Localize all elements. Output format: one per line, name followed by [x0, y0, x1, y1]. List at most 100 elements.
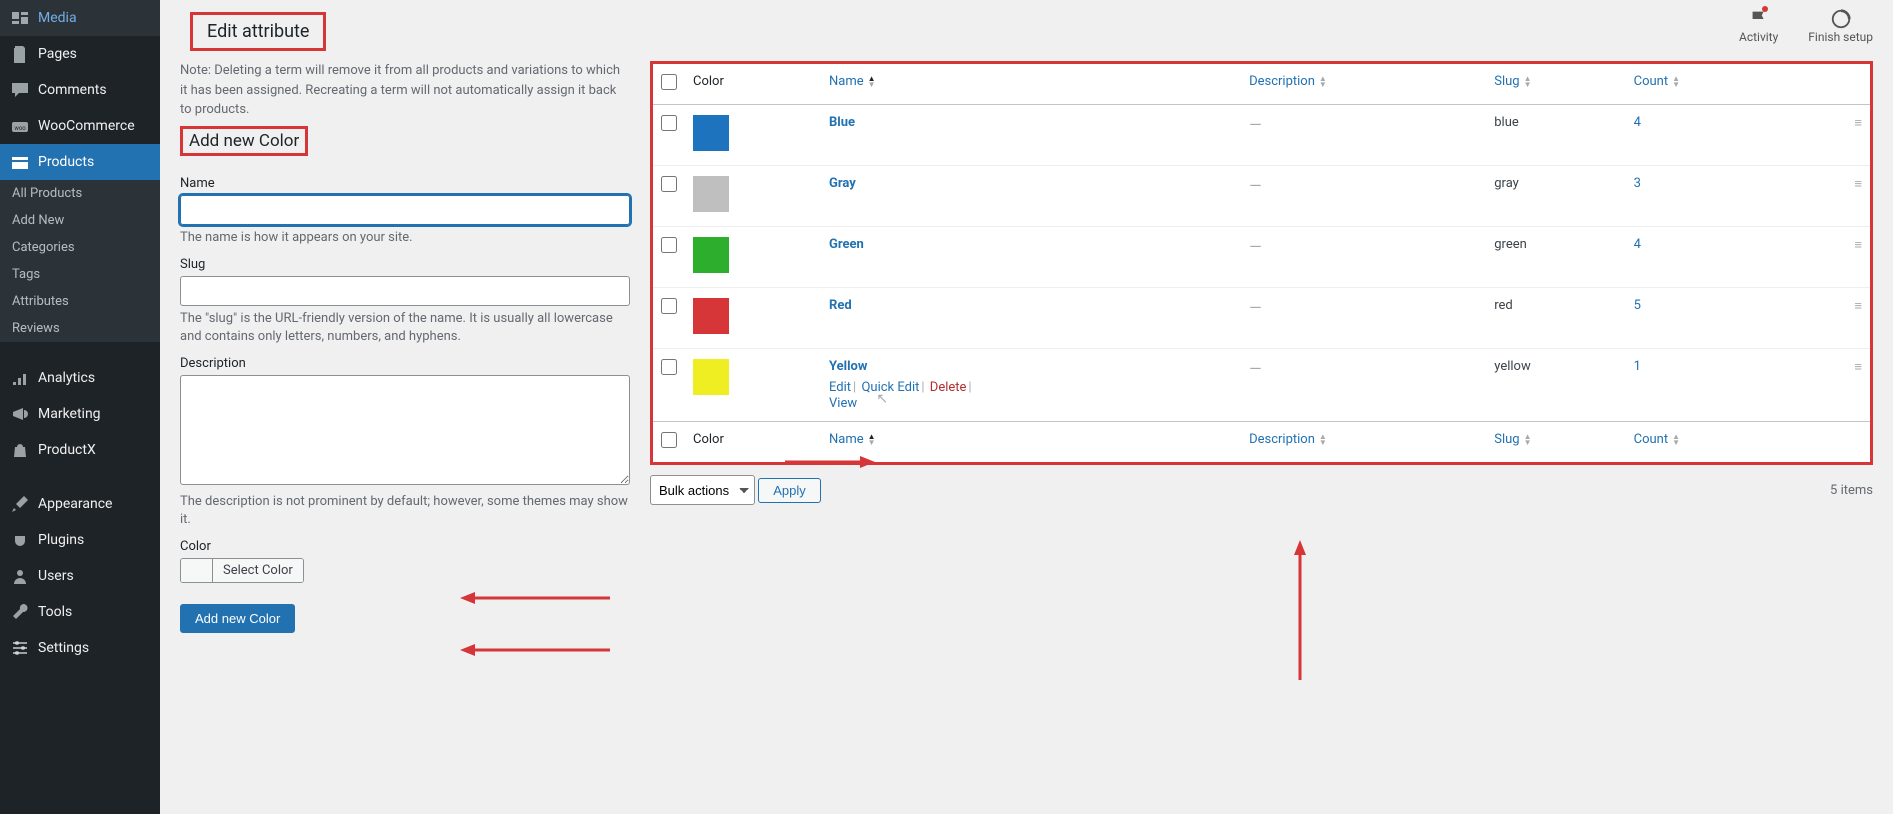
term-count-link[interactable]: 1: [1634, 359, 1641, 374]
sidebar-item-productx[interactable]: ProductX: [0, 432, 160, 468]
col-description-footer[interactable]: Description▲▼: [1241, 422, 1486, 463]
sidebar-label: Analytics: [38, 370, 95, 386]
term-description: —: [1249, 359, 1262, 378]
sidebar-label: ProductX: [38, 442, 96, 458]
color-picker[interactable]: Select Color: [180, 558, 304, 583]
quick-edit-link[interactable]: Quick Edit: [861, 380, 919, 395]
row-checkbox[interactable]: [661, 237, 677, 253]
name-input[interactable]: [180, 195, 630, 225]
sidebar-item-woocommerce[interactable]: woo WooCommerce: [0, 108, 160, 144]
row-checkbox[interactable]: [661, 298, 677, 314]
sidebar-item-analytics[interactable]: Analytics: [0, 360, 160, 396]
term-name-link[interactable]: Yellow: [829, 359, 867, 374]
bulk-actions-select[interactable]: Bulk actions: [650, 475, 755, 505]
drag-handle-icon[interactable]: ≡: [1854, 177, 1862, 192]
plug-icon: [10, 530, 30, 550]
sidebar-label: Appearance: [38, 496, 112, 512]
pages-icon: [10, 44, 30, 64]
sidebar-item-settings[interactable]: Settings: [0, 630, 160, 666]
edit-link[interactable]: Edit: [829, 380, 851, 395]
term-count-link[interactable]: 5: [1634, 298, 1641, 313]
name-label: Name: [180, 176, 630, 191]
col-count-footer[interactable]: Count▲▼: [1626, 422, 1847, 463]
cursor-icon: ↖: [876, 391, 888, 407]
select-color-button[interactable]: Select Color: [213, 559, 303, 582]
sidebar-item-tools[interactable]: Tools: [0, 594, 160, 630]
term-description: —: [1249, 298, 1262, 317]
submenu-attributes[interactable]: Attributes: [0, 288, 160, 315]
drag-handle-icon[interactable]: ≡: [1854, 116, 1862, 131]
row-checkbox[interactable]: [661, 359, 677, 375]
drag-handle-icon[interactable]: ≡: [1854, 360, 1862, 375]
sidebar-label: Users: [38, 568, 74, 584]
bag-icon: [10, 440, 30, 460]
select-all-checkbox-footer[interactable]: [661, 432, 677, 448]
name-help: The name is how it appears on your site.: [180, 229, 630, 247]
sidebar-item-marketing[interactable]: Marketing: [0, 396, 160, 432]
activity-button[interactable]: Activity: [1739, 8, 1778, 44]
svg-text:woo: woo: [14, 125, 26, 132]
sidebar-item-media[interactable]: Media: [0, 0, 160, 36]
table-row: Blue — blue 4 ≡: [653, 105, 1870, 166]
view-link[interactable]: View: [829, 396, 857, 411]
sidebar-label: Pages: [38, 46, 77, 62]
color-chip: [693, 298, 729, 334]
sort-icon: ▲▼: [1524, 434, 1532, 446]
sort-icon: ▲▼: [1672, 434, 1680, 446]
col-count[interactable]: Count▲▼: [1626, 64, 1847, 105]
sidebar-item-plugins[interactable]: Plugins: [0, 522, 160, 558]
analytics-icon: [10, 368, 30, 388]
term-count-link[interactable]: 4: [1634, 115, 1641, 130]
sidebar-label: Tools: [38, 604, 72, 620]
add-new-color-button[interactable]: Add new Color: [180, 604, 295, 633]
description-input[interactable]: [180, 375, 630, 485]
products-submenu: All Products Add New Categories Tags Att…: [0, 180, 160, 342]
submenu-categories[interactable]: Categories: [0, 234, 160, 261]
color-label: Color: [180, 539, 630, 554]
col-slug-footer[interactable]: Slug▲▼: [1486, 422, 1625, 463]
row-checkbox[interactable]: [661, 115, 677, 131]
col-slug[interactable]: Slug▲▼: [1486, 64, 1625, 105]
sort-icon: ▲▼: [1319, 434, 1327, 446]
submenu-tags[interactable]: Tags: [0, 261, 160, 288]
term-count-link[interactable]: 3: [1634, 176, 1641, 191]
term-name-link[interactable]: Green: [829, 237, 864, 252]
sidebar-item-appearance[interactable]: Appearance: [0, 486, 160, 522]
brush-icon: [10, 494, 30, 514]
sidebar-item-pages[interactable]: Pages: [0, 36, 160, 72]
term-count-link[interactable]: 4: [1634, 237, 1641, 252]
color-chip: [693, 359, 729, 395]
submenu-reviews[interactable]: Reviews: [0, 315, 160, 342]
col-name[interactable]: Name▲▼: [821, 64, 1241, 105]
terms-table-wrap: Color Name▲▼ Description▲▼ Slug▲▼ Count▲…: [650, 61, 1873, 465]
col-color: Color: [685, 64, 821, 105]
apply-button[interactable]: Apply: [758, 478, 821, 503]
media-icon: [10, 8, 30, 28]
color-chip: [693, 115, 729, 151]
table-row: Red — red 5 ≡: [653, 288, 1870, 349]
term-name-link[interactable]: Blue: [829, 115, 855, 130]
drag-handle-icon[interactable]: ≡: [1854, 299, 1862, 314]
term-slug: green: [1494, 237, 1527, 252]
term-name-link[interactable]: Red: [829, 298, 852, 313]
color-swatch[interactable]: [181, 559, 213, 582]
sidebar-item-users[interactable]: Users: [0, 558, 160, 594]
slug-input[interactable]: [180, 276, 630, 306]
select-all-checkbox[interactable]: [661, 74, 677, 90]
delete-link[interactable]: Delete: [930, 380, 967, 395]
table-row: Yellow Edit| Quick Edit| Delete| View ↖ …: [653, 349, 1870, 422]
terms-table-area: Color Name▲▼ Description▲▼ Slug▲▼ Count▲…: [650, 61, 1873, 633]
woocommerce-icon: woo: [10, 116, 30, 136]
term-name-link[interactable]: Gray: [829, 176, 856, 191]
sidebar-label: Settings: [38, 640, 89, 656]
sidebar-label: Comments: [38, 82, 107, 98]
submenu-all-products[interactable]: All Products: [0, 180, 160, 207]
sidebar-item-comments[interactable]: Comments: [0, 72, 160, 108]
col-description[interactable]: Description▲▼: [1241, 64, 1486, 105]
sidebar-item-products[interactable]: Products: [0, 144, 160, 180]
col-name-footer[interactable]: Name▲▼: [821, 422, 1241, 463]
terms-table: Color Name▲▼ Description▲▼ Slug▲▼ Count▲…: [653, 64, 1870, 462]
submenu-add-new[interactable]: Add New: [0, 207, 160, 234]
row-checkbox[interactable]: [661, 176, 677, 192]
drag-handle-icon[interactable]: ≡: [1854, 238, 1862, 253]
